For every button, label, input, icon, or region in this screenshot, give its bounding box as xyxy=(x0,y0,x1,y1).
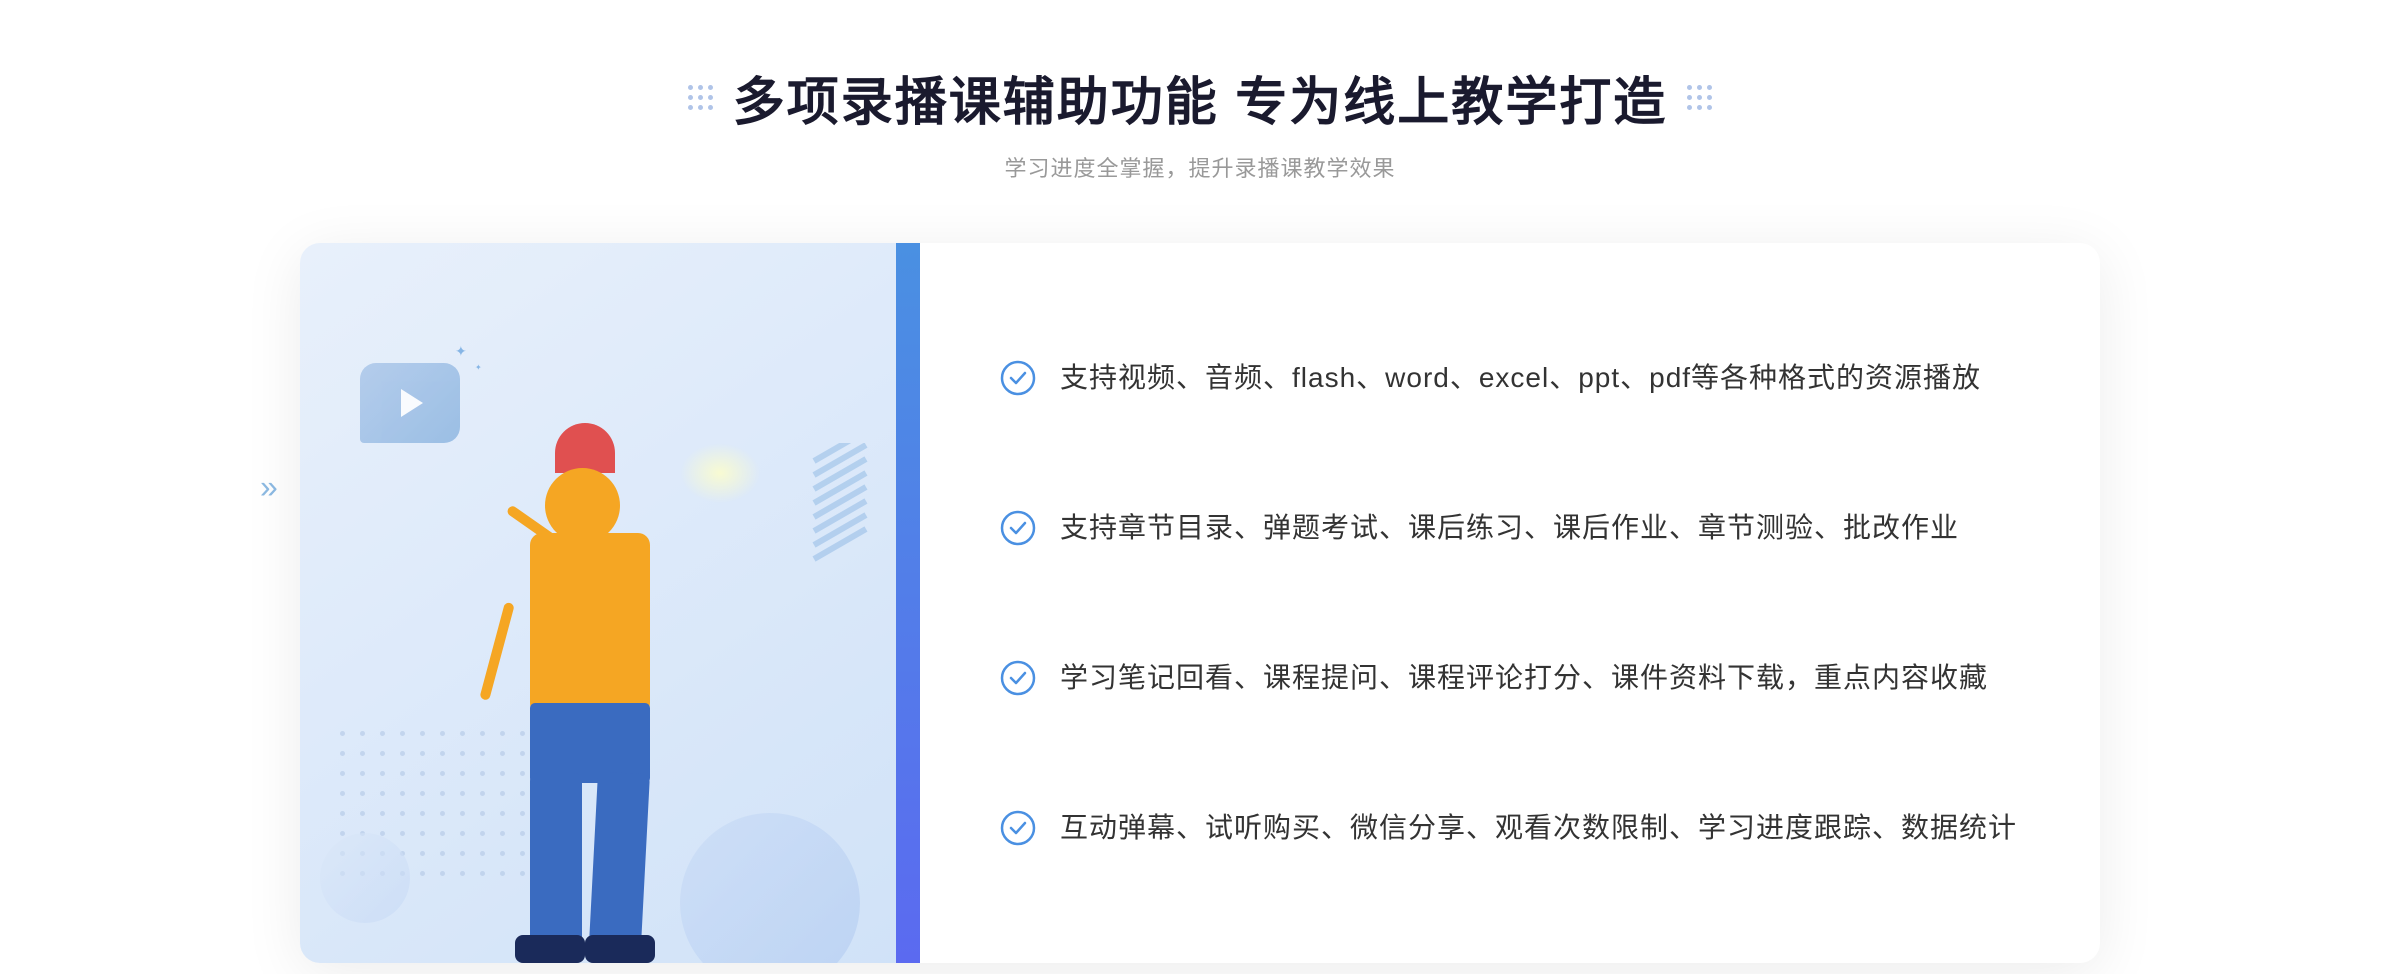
page-container: » 多项 xyxy=(0,0,2400,974)
header-section: 多项录播课辅助功能 专为线上教学打造 xyxy=(688,60,1712,183)
check-circle-icon-3 xyxy=(1000,660,1036,696)
stripe-decoration xyxy=(810,443,870,563)
decorative-dots-right xyxy=(1687,85,1712,110)
feature-text-3: 学习笔记回看、课程提问、课程评论打分、课件资料下载，重点内容收藏 xyxy=(1060,656,1988,701)
sparkle-icon: ✦ xyxy=(475,363,482,372)
dot xyxy=(1707,85,1712,90)
features-panel: 支持视频、音频、flash、word、excel、ppt、pdf等各种格式的资源… xyxy=(920,243,2100,963)
dot xyxy=(708,105,713,110)
dot xyxy=(698,105,703,110)
dot xyxy=(708,95,713,100)
content-card: ✦ ✦ xyxy=(300,243,2100,963)
dot xyxy=(688,95,693,100)
dot xyxy=(1687,95,1692,100)
check-circle-icon-4 xyxy=(1000,810,1036,846)
dot xyxy=(688,85,693,90)
dot xyxy=(688,105,693,110)
dot xyxy=(1697,105,1702,110)
decorative-dots-left xyxy=(688,85,713,110)
left-arrows-decoration: » xyxy=(260,469,278,506)
page-subtitle: 学习进度全掌握，提升录播课教学效果 xyxy=(688,151,1712,183)
blue-accent-bar xyxy=(896,243,920,963)
check-circle-icon-1 xyxy=(1000,360,1036,396)
dot xyxy=(708,85,713,90)
person-illustration xyxy=(400,383,780,963)
feature-text-4: 互动弹幕、试听购买、微信分享、观看次数限制、学习进度跟踪、数据统计 xyxy=(1060,806,2017,851)
feature-text-2: 支持章节目录、弹题考试、课后练习、课后作业、章节测验、批改作业 xyxy=(1060,506,1959,551)
feature-item-1: 支持视频、音频、flash、word、excel、ppt、pdf等各种格式的资源… xyxy=(1000,336,2020,421)
dot xyxy=(698,95,703,100)
feature-text-1: 支持视频、音频、flash、word、excel、ppt、pdf等各种格式的资源… xyxy=(1060,356,1981,401)
dot xyxy=(1697,85,1702,90)
blue-circle-small xyxy=(320,833,410,923)
feature-item-2: 支持章节目录、弹题考试、课后练习、课后作业、章节测验、批改作业 xyxy=(1000,486,2020,571)
sparkle-icon: ✦ xyxy=(455,343,467,360)
dot xyxy=(698,85,703,90)
dot xyxy=(1707,105,1712,110)
feature-item-4: 互动弹幕、试听购买、微信分享、观看次数限制、学习进度跟踪、数据统计 xyxy=(1000,786,2020,871)
title-wrapper: 多项录播课辅助功能 专为线上教学打造 xyxy=(688,60,1712,135)
dot xyxy=(1697,95,1702,100)
feature-item-3: 学习笔记回看、课程提问、课程评论打分、课件资料下载，重点内容收藏 xyxy=(1000,636,2020,721)
page-title: 多项录播课辅助功能 专为线上教学打造 xyxy=(733,60,1667,135)
dot xyxy=(1707,95,1712,100)
dot xyxy=(1687,85,1692,90)
illustration-panel: ✦ ✦ xyxy=(300,243,920,963)
dot xyxy=(1687,105,1692,110)
check-circle-icon-2 xyxy=(1000,510,1036,546)
